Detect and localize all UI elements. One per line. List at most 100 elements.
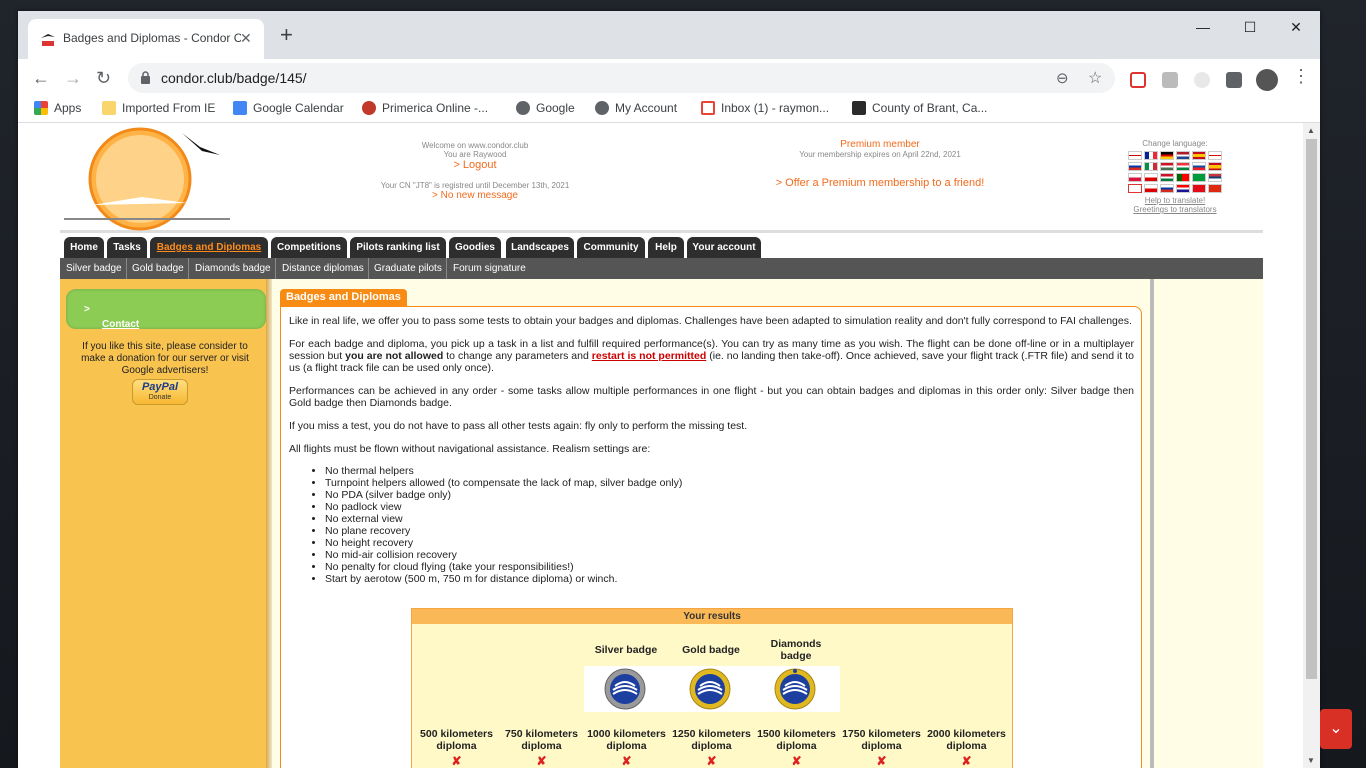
user-name-text: You are Raywood <box>443 150 507 159</box>
flag-icon[interactable] <box>1144 151 1158 160</box>
profile-avatar[interactable] <box>1256 69 1278 91</box>
minimize-icon[interactable]: — <box>1180 16 1226 38</box>
logout-link[interactable]: > Logout <box>370 159 580 171</box>
address-bar[interactable]: condor.club/badge/145/ ⊖ ☆ <box>128 63 1115 93</box>
flag-icon[interactable] <box>1192 162 1206 171</box>
flag-icon[interactable] <box>1160 184 1174 193</box>
flag-icon[interactable] <box>1160 151 1174 160</box>
browser-tab[interactable]: Badges and Diplomas - Condor Club ✕ <box>28 19 264 59</box>
contact-box[interactable]: > Contact <box>66 289 266 330</box>
flag-icon[interactable] <box>1208 162 1222 171</box>
bookmark-apps[interactable]: Apps <box>34 101 81 115</box>
back-icon[interactable]: ← <box>32 69 50 87</box>
diploma-1500-label: 1500 kilometers diploma <box>757 728 836 752</box>
maximize-icon[interactable]: ☐ <box>1227 16 1273 38</box>
diploma-1250-label: 1250 kilometers diploma <box>672 728 751 752</box>
box-title: Badges and Diplomas <box>280 289 407 306</box>
flag-icon[interactable] <box>1128 151 1142 160</box>
submenu-distance-diplomas[interactable]: Distance diplomas <box>278 258 369 279</box>
chevron-down-icon[interactable]: ⌄ <box>1320 709 1352 749</box>
flag-icon[interactable] <box>1208 173 1222 182</box>
close-window-icon[interactable]: ✕ <box>1273 16 1319 38</box>
restart-not-permitted-link[interactable]: restart is not permitted <box>592 350 706 362</box>
scrollbar-thumb[interactable] <box>1306 139 1317 679</box>
bookmark-imported[interactable]: Imported From IE <box>102 101 215 115</box>
extensions-puzzle-icon[interactable] <box>1226 72 1242 88</box>
offer-premium-link[interactable]: > Offer a Premium membership to a friend… <box>760 177 1000 189</box>
zoom-icon[interactable]: ⊖ <box>1056 69 1069 87</box>
menu-competitions[interactable]: Competitions <box>271 237 347 258</box>
contact-link[interactable]: Contact <box>102 319 139 330</box>
diploma-750-label: 750 kilometers diploma <box>505 728 578 752</box>
flag-icon[interactable] <box>1128 173 1142 182</box>
submenu-silver-badge[interactable]: Silver badge <box>62 258 127 279</box>
bookmark-my-account[interactable]: My Account <box>595 101 677 115</box>
submenu-diamonds-badge[interactable]: Diamonds badge <box>191 258 276 279</box>
menu-goodies[interactable]: Goodies <box>449 237 501 258</box>
flag-icon[interactable] <box>1144 173 1158 182</box>
bookmark-google-calendar[interactable]: Google Calendar <box>233 101 344 115</box>
bookmark-google[interactable]: Google <box>516 101 575 115</box>
help-translate-link[interactable]: Help to translate! <box>1120 196 1230 205</box>
extension-icon[interactable] <box>1130 72 1146 88</box>
diamonds-badge-icon[interactable] <box>774 668 816 710</box>
flag-icon[interactable] <box>1176 173 1190 182</box>
menu-landscapes[interactable]: Landscapes <box>506 237 574 258</box>
list-item: No plane recovery <box>325 525 1134 537</box>
flag-icon[interactable] <box>1128 184 1142 193</box>
url-text: condor.club/badge/145/ <box>161 70 307 86</box>
flag-icon[interactable] <box>1160 173 1174 182</box>
flag-icon[interactable] <box>1176 184 1190 193</box>
condor-club-logo[interactable] <box>62 125 232 231</box>
paypal-donate-button[interactable]: PayPal Donate <box>132 379 188 405</box>
intro-paragraph: Like in real life, we offer you to pass … <box>289 315 1132 327</box>
flag-icon[interactable] <box>1176 151 1190 160</box>
bookmark-county-brant[interactable]: County of Brant, Ca... <box>852 101 987 115</box>
list-item: Start by aerotow (500 m, 750 m for dista… <box>325 573 1134 585</box>
flag-icon[interactable] <box>1208 151 1222 160</box>
bookmark-inbox[interactable]: Inbox (1) - raymon... <box>701 101 829 115</box>
menu-your-account[interactable]: Your account <box>687 237 761 258</box>
submenu-graduate-pilots[interactable]: Graduate pilots <box>370 258 447 279</box>
flag-icon[interactable] <box>1144 184 1158 193</box>
flag-icon[interactable] <box>1192 173 1206 182</box>
realism-rules-list: No thermal helpers Turnpoint helpers all… <box>325 465 1134 585</box>
flag-icon[interactable] <box>1160 162 1174 171</box>
flag-icon[interactable] <box>1128 162 1142 171</box>
flag-icon[interactable] <box>1144 162 1158 171</box>
greetings-translators-link[interactable]: Greetings to translators <box>1120 205 1230 214</box>
list-item: No height recovery <box>325 537 1134 549</box>
reload-icon[interactable]: ↻ <box>96 69 111 87</box>
menu-tasks[interactable]: Tasks <box>107 237 147 258</box>
flag-icon[interactable] <box>1192 184 1206 193</box>
menu-pilots-ranking[interactable]: Pilots ranking list <box>350 237 446 258</box>
menu-community[interactable]: Community <box>577 237 645 258</box>
menu-badges-diplomas[interactable]: Badges and Diplomas <box>150 237 268 258</box>
flag-icon[interactable] <box>1208 184 1222 193</box>
new-tab-icon[interactable]: + <box>280 24 293 46</box>
menu-help[interactable]: Help <box>648 237 684 258</box>
gold-badge-icon[interactable] <box>689 668 731 710</box>
browser-toolbar: ← → ↻ condor.club/badge/145/ ⊖ ☆ ⋮ <box>18 59 1320 97</box>
forward-icon[interactable]: → <box>64 69 82 87</box>
silver-badge-label: Silver badge <box>594 644 658 656</box>
scroll-up-icon[interactable]: ▲ <box>1307 126 1315 135</box>
flag-icon[interactable] <box>1192 151 1206 160</box>
tab-close-icon[interactable]: ✕ <box>240 30 252 47</box>
submenu-gold-badge[interactable]: Gold badge <box>128 258 189 279</box>
flag-icon[interactable] <box>1176 162 1190 171</box>
bookmark-primerica[interactable]: Primerica Online -... <box>362 101 488 115</box>
messages-link[interactable]: > No new message <box>370 190 580 201</box>
silver-badge-icon[interactable] <box>604 668 646 710</box>
welcome-block: Welcome on www.condor.club You are Raywo… <box>370 141 580 201</box>
page-scrollbar[interactable]: ▲ ▼ <box>1303 123 1320 768</box>
microphone-icon[interactable] <box>1194 72 1210 88</box>
lock-icon <box>141 71 150 84</box>
extension-shield-icon[interactable] <box>1162 72 1178 88</box>
scroll-down-icon[interactable]: ▼ <box>1307 756 1315 765</box>
diploma-500-label: 500 kilometers diploma <box>420 728 493 752</box>
submenu-forum-signature[interactable]: Forum signature <box>449 258 530 279</box>
bookmark-star-icon[interactable]: ☆ <box>1088 68 1102 88</box>
menu-dots-icon[interactable]: ⋮ <box>1292 67 1310 85</box>
menu-home[interactable]: Home <box>64 237 104 258</box>
